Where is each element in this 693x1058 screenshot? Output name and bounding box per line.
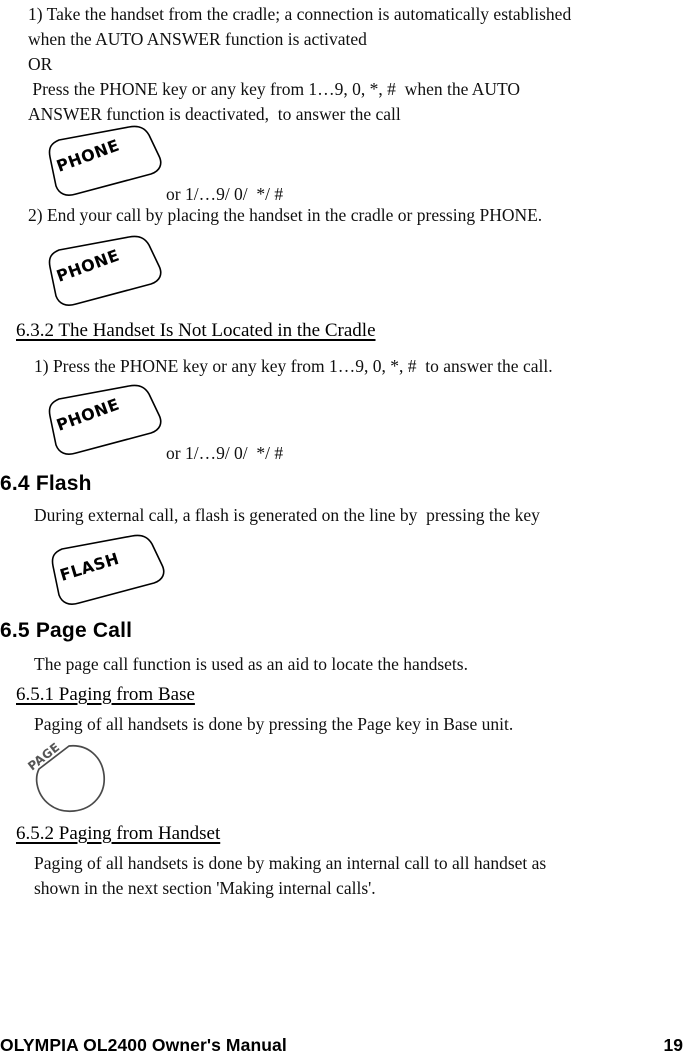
step-1-paragraph: 1) Take the handset from the cradle; a c… [28,4,572,124]
footer-manual-title: OLYMPIA OL2400 Owner's Manual [0,1035,287,1055]
phone-key-graphic-1: PHONE [33,125,163,198]
section-6-5-2-heading: 6.5.2 Paging from Handset [16,823,221,844]
manual-page: 1) Take the handset from the cradle; a c… [0,0,693,1058]
section-6-5-heading: 6.5 Page Call [0,619,133,642]
section-6-5-2-body: Paging of all handsets is done by making… [34,853,547,898]
flash-key-graphic: FLASH [36,534,166,607]
section-6-5-1-heading: 6.5.1 Paging from Base [16,684,195,705]
phone-key-graphic-2: PHONE [33,235,163,308]
section-6-4-heading: 6.4 Flash [0,472,92,495]
section-6-4-body: During external call, a flash is generat… [34,505,540,525]
or-keys-note-2: or 1/…9/ 0/ */ # [166,443,284,463]
step-2-paragraph: 2) End your call by placing the handset … [28,205,543,225]
section-6-3-2-heading: 6.3.2 The Handset Is Not Located in the … [16,320,376,341]
section-6-5-1-body: Paging of all handsets is done by pressi… [34,714,514,734]
phone-key-graphic-3: PHONE [33,384,163,457]
footer-page-number: 19 [663,1035,683,1055]
page-key-graphic: PAGE [22,740,122,814]
section-6-5-body: The page call function is used as an aid… [34,654,468,674]
section-6-3-2-step-1: 1) Press the PHONE key or any key from 1… [34,356,553,376]
